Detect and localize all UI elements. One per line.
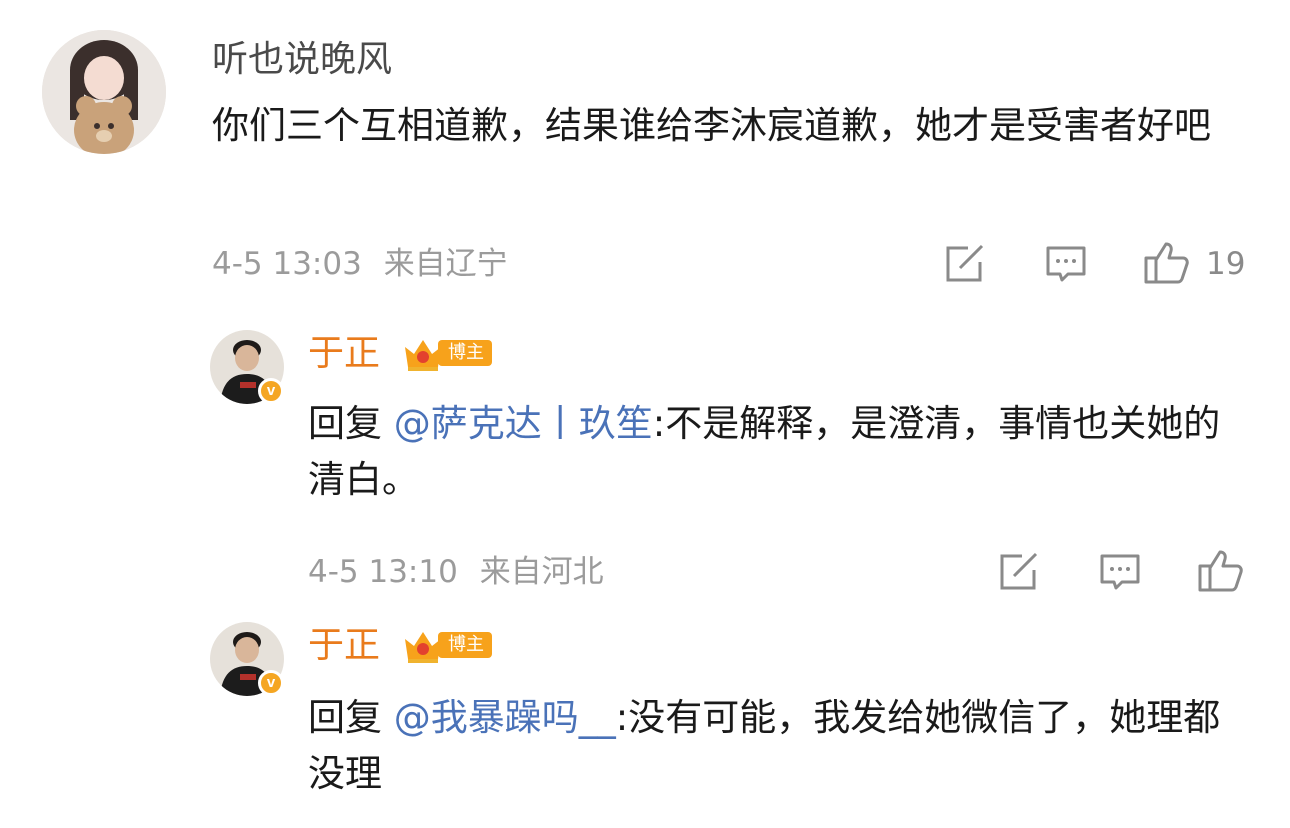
comment-location: 来自河北	[479, 554, 604, 590]
comment-text: 回复 @萨克达丨玖笙:不是解释，是澄清，事情也关她的清白。	[308, 402, 1221, 501]
like-icon[interactable]	[1142, 238, 1190, 286]
reply-prefix: 回复	[308, 696, 394, 739]
host-badge: 博主	[402, 628, 492, 663]
badge-label: 博主	[438, 632, 492, 658]
username[interactable]: 于正	[308, 624, 380, 668]
verified-v-icon: v	[258, 670, 284, 696]
comment-location: 来自辽宁	[383, 246, 508, 282]
host-badge: 博主	[402, 336, 492, 371]
badge-label: 博主	[438, 340, 492, 366]
comment-icon[interactable]	[1098, 552, 1142, 592]
comment-text: 回复 @我暴躁吗__:没有可能，我发给她微信了，她理都没理	[308, 696, 1221, 795]
username[interactable]: 听也说晚风	[212, 38, 392, 82]
share-icon[interactable]	[942, 244, 986, 284]
comment-time: 4-5 13:10	[308, 554, 458, 590]
crown-icon	[405, 632, 441, 663]
comment-meta: 4-5 13:10 来自河北	[308, 552, 604, 592]
comment-icon[interactable]	[1044, 244, 1088, 284]
like-count: 19	[1206, 246, 1246, 282]
crown-icon	[405, 340, 441, 371]
verified-v-icon: v	[258, 378, 284, 404]
comment-text: 你们三个互相道歉，结果谁给李沐宸道歉，她才是受害者好吧	[212, 104, 1211, 147]
comment-time: 4-5 13:03	[212, 246, 362, 282]
share-icon[interactable]	[996, 552, 1040, 592]
reply-prefix: 回复	[308, 402, 394, 445]
like-icon[interactable]	[1196, 546, 1244, 594]
comment-meta: 4-5 13:03 来自辽宁	[212, 244, 508, 284]
avatar[interactable]	[42, 30, 166, 154]
username[interactable]: 于正	[308, 332, 380, 376]
mention-link[interactable]: @萨克达丨玖笙	[394, 402, 653, 445]
mention-link[interactable]: @我暴躁吗__	[394, 696, 616, 739]
